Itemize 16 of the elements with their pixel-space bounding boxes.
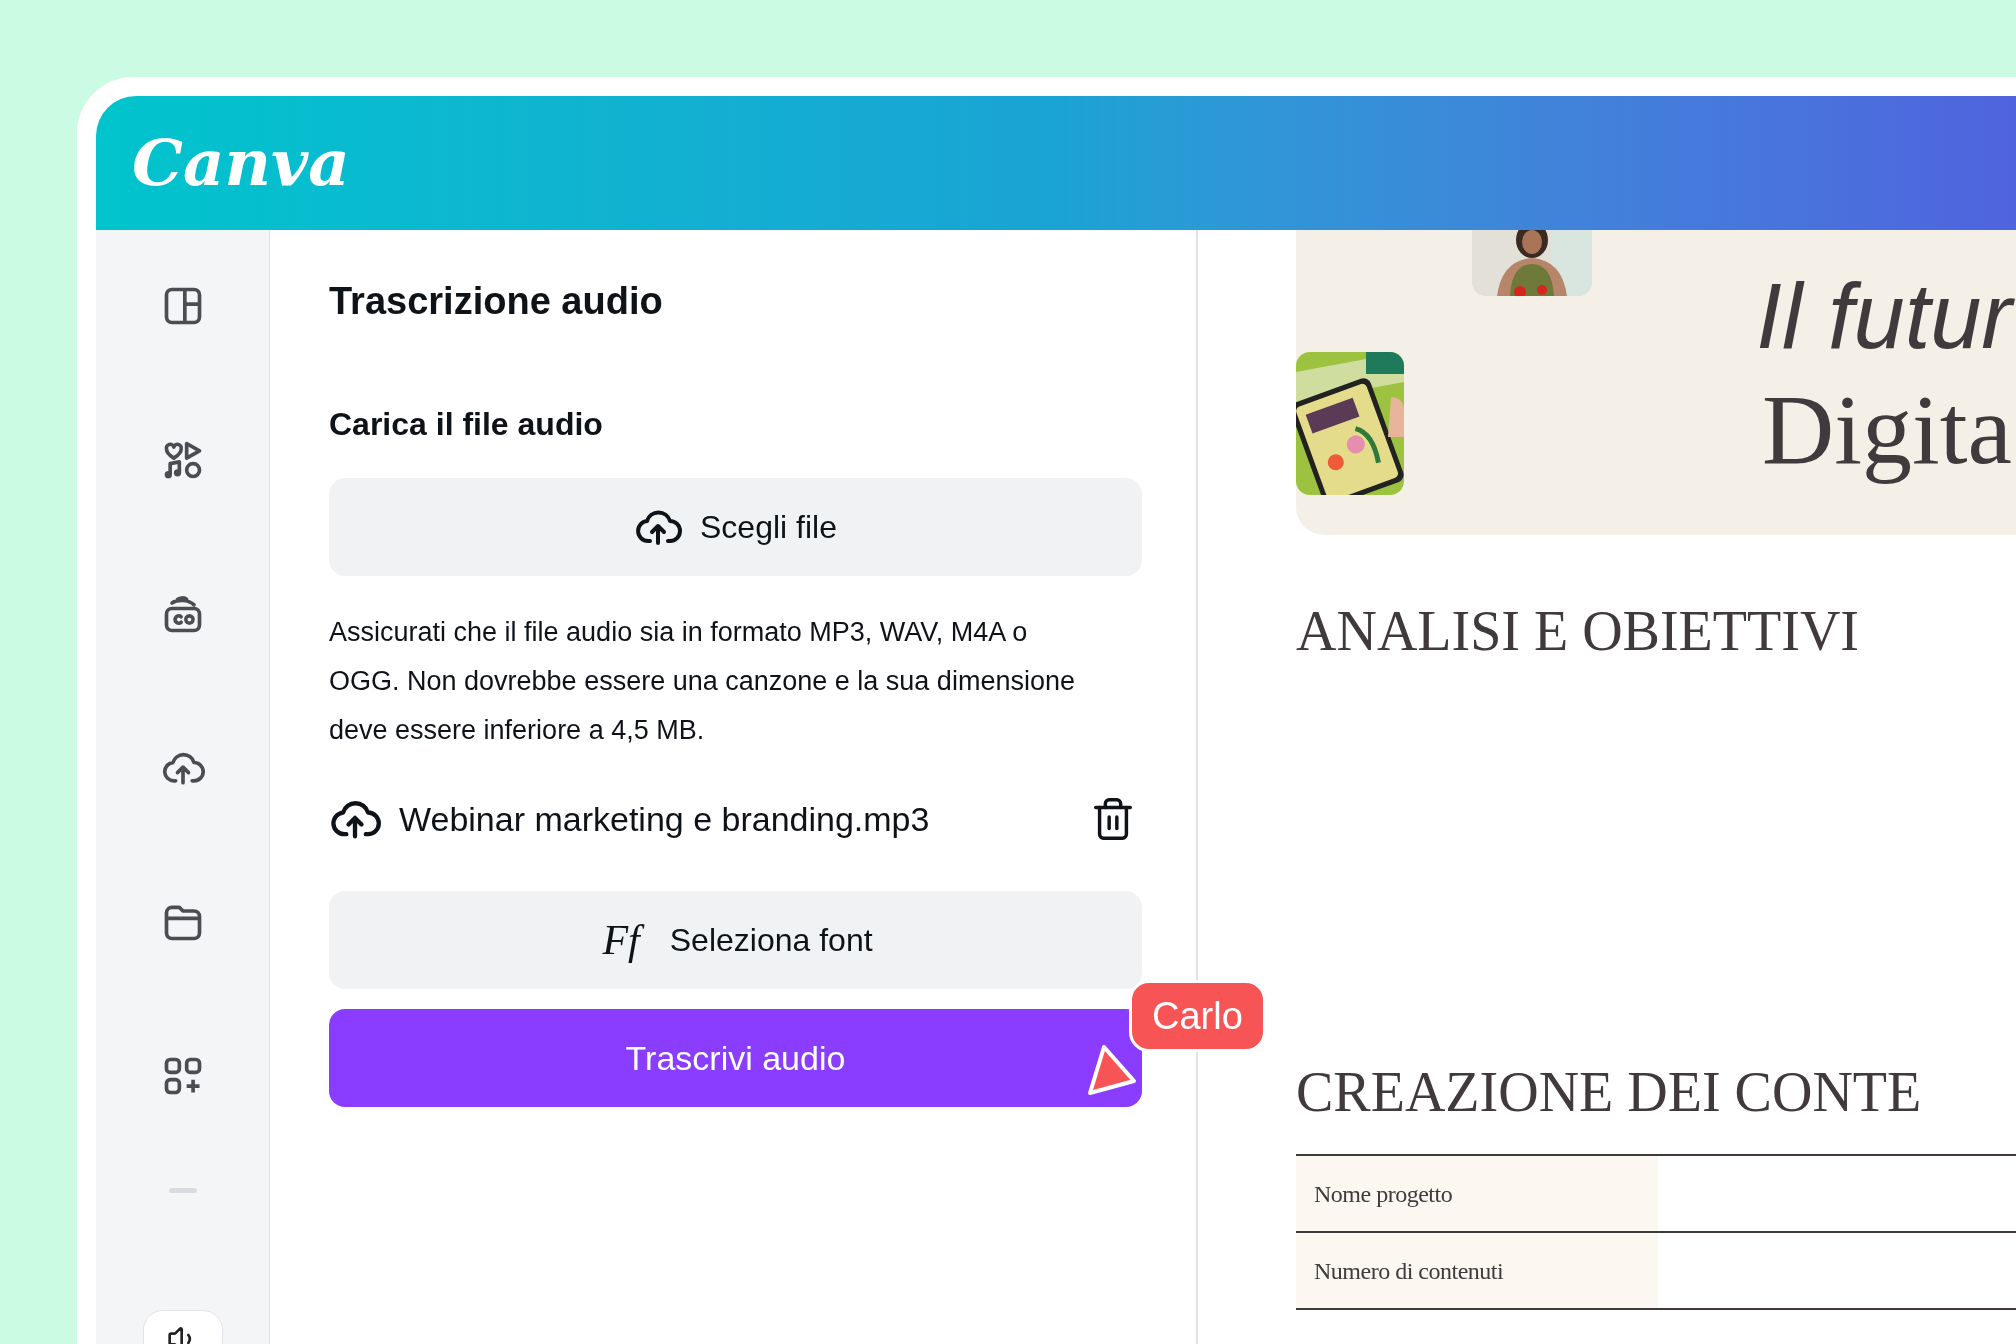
table-cell: Numero di contenuti	[1296, 1233, 1658, 1308]
section-heading: CREAZIONE DEI CONTE	[1296, 1064, 1923, 1120]
section-title: Carica il file audio	[329, 408, 604, 440]
file-name: Webinar marketing e branding.mp3	[399, 798, 931, 840]
panel-title: Trascrizione audio	[329, 282, 664, 320]
table-cell: Nome progetto	[1296, 1156, 1658, 1231]
select-font-button[interactable]: Ff Seleziona font	[329, 891, 1142, 989]
choose-file-button[interactable]: Scegli file	[329, 478, 1142, 576]
select-font-label: Seleziona font	[669, 921, 873, 960]
font-icon: Ff	[598, 912, 644, 968]
drag-handle[interactable]	[168, 1188, 197, 1193]
section-heading: ANALISI E OBIETTIVI	[1296, 603, 1860, 659]
collaborator-label: Carlo	[1129, 980, 1266, 1052]
banner-title: Digita	[1762, 372, 2012, 487]
transcribe-button[interactable]: Trascrivi audio	[329, 1009, 1142, 1107]
format-note: Assicurati che il file audio sia in formato MP3, WAV, M4A o OGG. Non dovrebbe essere una canzone e la sua dimensione deve essere inferiore a 4,5 MB.	[329, 616, 1076, 747]
